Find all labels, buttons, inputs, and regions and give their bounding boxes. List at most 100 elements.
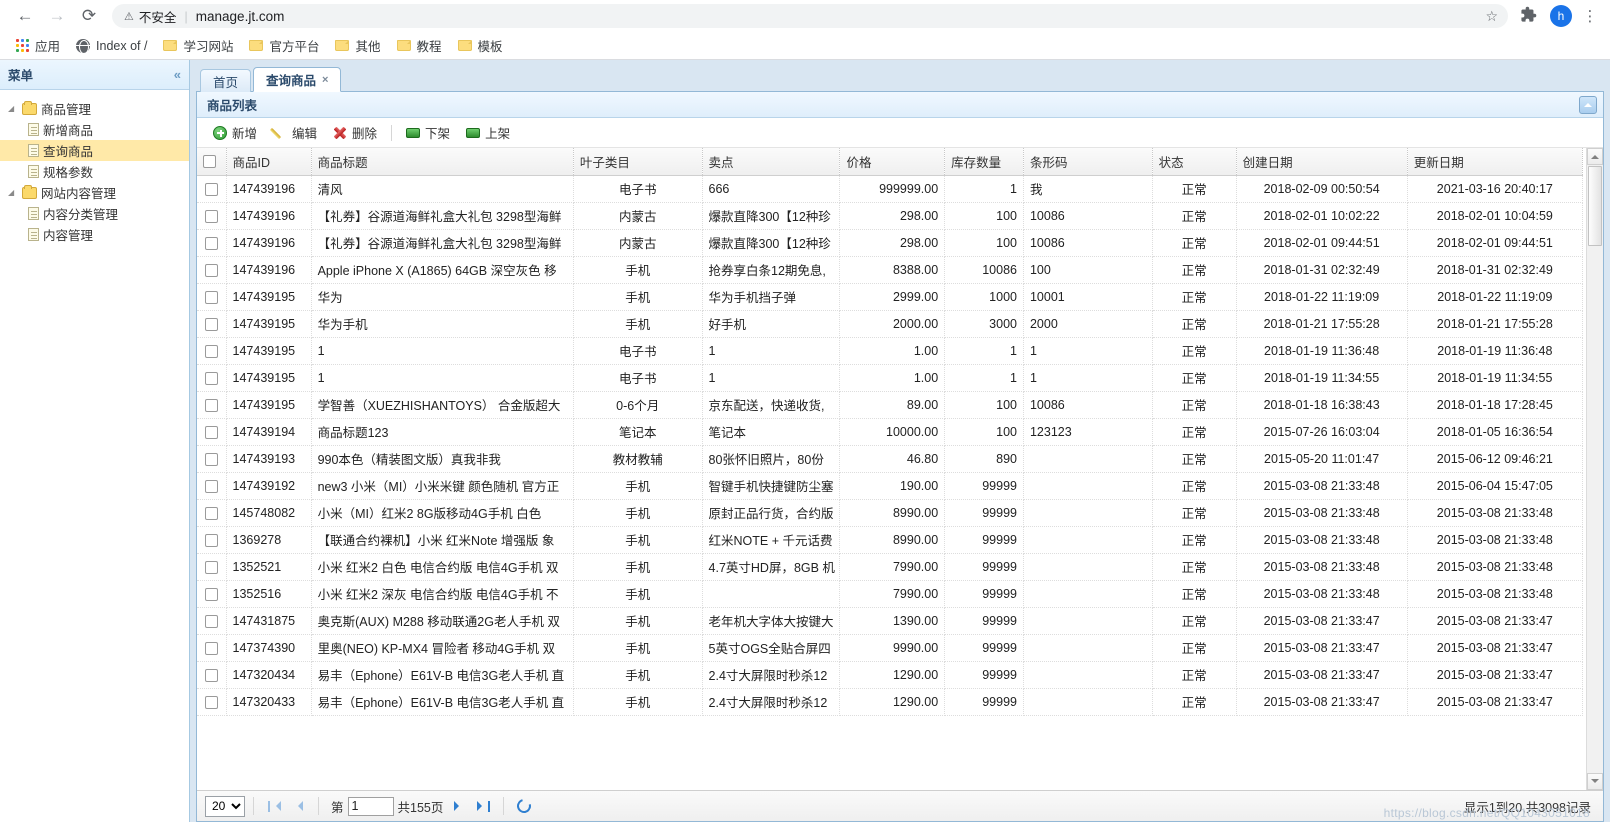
column-header-barcode[interactable]: 条形码: [1023, 148, 1153, 176]
row-checkbox[interactable]: [204, 560, 218, 574]
sidebar-item-product-management[interactable]: ◢ 商品管理: [0, 98, 189, 119]
last-page-button[interactable]: [471, 800, 495, 812]
panel-collapse-chevron-up-icon[interactable]: [1579, 95, 1597, 114]
column-header-status[interactable]: 状态: [1152, 148, 1237, 176]
bookmark-folder-study[interactable]: 学习网站: [155, 33, 241, 58]
grid-vertical-scrollbar[interactable]: [1586, 148, 1603, 790]
reload-icon[interactable]: ⟳: [74, 1, 104, 31]
row-checkbox[interactable]: [204, 425, 218, 439]
column-header-title[interactable]: 商品标题: [311, 148, 574, 176]
row-checkbox[interactable]: [204, 182, 218, 196]
row-checkbox[interactable]: [204, 371, 218, 385]
table-row[interactable]: 147431875 奥克斯(AUX) M288 移动联通2G老人手机 双手机 老年机…: [197, 607, 1584, 635]
row-checkbox[interactable]: [204, 587, 218, 601]
profile-avatar[interactable]: h: [1550, 5, 1572, 27]
row-checkbox[interactable]: [204, 668, 218, 682]
select-all-checkbox[interactable]: [203, 155, 216, 169]
row-checkbox[interactable]: [204, 209, 218, 223]
expander-icon[interactable]: ◢: [8, 188, 18, 197]
prev-page-button[interactable]: [286, 801, 310, 811]
first-page-button[interactable]: [262, 800, 286, 812]
table-row[interactable]: 1352516 小米 红米2 深灰 电信合约版 电信4G手机 不手机 7990.00…: [197, 580, 1584, 608]
table-row[interactable]: 147320433 易丰（Ephone）E61V-B 电信3G老人手机 直手机 2.…: [197, 688, 1584, 716]
table-row[interactable]: 147439193 990本色（精装图文版）真我非我 教材教辅 80张怀旧照片，80份…: [197, 445, 1584, 473]
table-row[interactable]: 147439195 华为手机 手机 好手机 2000.00 3000 2000 正常 2018-…: [197, 310, 1584, 338]
table-row[interactable]: 147439194 商品标题123 笔记本 笔记本 10000.00 100 123123 正…: [197, 418, 1584, 446]
onshelf-button[interactable]: 上架: [458, 121, 518, 144]
row-checkbox[interactable]: [204, 290, 218, 304]
table-row[interactable]: 147320434 易丰（Ephone）E61V-B 电信3G老人手机 直手机 2.…: [197, 661, 1584, 689]
sidebar-item-content-category-management[interactable]: 内容分类管理: [0, 203, 189, 224]
scroll-up-arrow-icon[interactable]: [1587, 148, 1603, 165]
offshelf-button[interactable]: 下架: [398, 121, 458, 144]
sidebar-item-add-product[interactable]: 新增商品: [0, 119, 189, 140]
sidebar-item-spec-params[interactable]: 规格参数: [0, 161, 189, 182]
browser-menu-icon[interactable]: ⋮: [1580, 7, 1600, 25]
tab-home[interactable]: 首页: [200, 69, 252, 92]
add-button[interactable]: 新增: [205, 121, 265, 144]
table-row[interactable]: 147439195 学智善（XUEZHISHANTOYS） 合金版超大 0-6个月京…: [197, 391, 1584, 419]
table-row[interactable]: 147439196 【礼券】谷源道海鲜礼盒大礼包 3298型海鲜 内蒙古 爆款直降30…: [197, 202, 1584, 230]
bookmark-folder-tutorial[interactable]: 教程: [389, 33, 450, 58]
table-row[interactable]: 147439195 1 电子书 1 1.00 1 1 正常 2018-01-19 11:34:5…: [197, 364, 1584, 392]
scrollbar-thumb[interactable]: [1588, 166, 1602, 246]
delete-button[interactable]: 删除: [325, 121, 385, 144]
row-checkbox[interactable]: [204, 344, 218, 358]
table-row[interactable]: 147439195 华为 手机 华为手机挡子弹 2999.00 1000 10001 正常 20…: [197, 283, 1584, 311]
forward-icon[interactable]: →: [42, 1, 72, 31]
table-row[interactable]: 147439195 1 电子书 1 1.00 1 1 正常 2018-01-19 11:36:4…: [197, 337, 1584, 365]
sidebar-collapse-icon[interactable]: «: [174, 67, 181, 82]
row-checkbox[interactable]: [204, 317, 218, 331]
column-header-sellpoint[interactable]: 卖点: [702, 148, 841, 176]
row-checkbox[interactable]: [204, 695, 218, 709]
row-checkbox[interactable]: [204, 236, 218, 250]
table-row[interactable]: 147439196 清风 电子书 666 999999.00 1 我正常 2018-02-09…: [197, 175, 1584, 203]
column-header-created[interactable]: 创建日期: [1236, 148, 1408, 176]
column-header-category[interactable]: 叶子类目: [573, 148, 703, 176]
next-page-button[interactable]: [447, 801, 471, 811]
column-header-stock[interactable]: 库存数量: [944, 148, 1024, 176]
column-header-check[interactable]: [197, 148, 227, 176]
bookmark-apps[interactable]: 应用: [8, 33, 68, 58]
table-row[interactable]: 147439196 【礼券】谷源道海鲜礼盒大礼包 3298型海鲜 内蒙古 爆款直降30…: [197, 229, 1584, 257]
column-header-price[interactable]: 价格: [839, 148, 946, 176]
address-bar[interactable]: ⚠ 不安全 | manage.jt.com ☆: [112, 4, 1508, 28]
row-checkbox[interactable]: [204, 398, 218, 412]
column-header-id[interactable]: 商品ID: [226, 148, 312, 176]
edit-button[interactable]: 编辑: [265, 121, 325, 144]
bookmark-folder-official[interactable]: 官方平台: [241, 33, 327, 58]
row-checkbox[interactable]: [204, 263, 218, 277]
tab-query-product[interactable]: 查询商品 ×: [253, 67, 342, 92]
tab-close-icon[interactable]: ×: [322, 74, 328, 86]
page-number-input[interactable]: [347, 796, 394, 816]
sidebar-item-site-content-management[interactable]: ◢ 网站内容管理: [0, 182, 189, 203]
back-icon[interactable]: ←: [10, 1, 40, 31]
page-size-select[interactable]: 10203050: [205, 795, 245, 817]
bookmark-star-icon[interactable]: ☆: [1485, 8, 1498, 25]
bookmark-label: 官方平台: [269, 40, 320, 54]
scroll-down-arrow-icon[interactable]: [1587, 773, 1603, 790]
expander-icon[interactable]: ◢: [8, 104, 18, 113]
row-checkbox[interactable]: [204, 452, 218, 466]
sidebar-item-content-management[interactable]: 内容管理: [0, 224, 189, 245]
row-checkbox[interactable]: [204, 479, 218, 493]
table-row[interactable]: 1369278 【联通合约裸机】小米 红米Note 增强版 象手机 红米NOTE +…: [197, 526, 1584, 554]
row-checkbox[interactable]: [204, 533, 218, 547]
table-row[interactable]: 1352521 小米 红米2 白色 电信合约版 电信4G手机 双手机 4.7英寸HD…: [197, 553, 1584, 581]
bookmark-folder-other[interactable]: 其他: [327, 33, 388, 58]
bookmark-folder-template[interactable]: 模板: [450, 33, 511, 58]
table-row[interactable]: 145748082 小米（MI）红米2 8G版移动4G手机 白色 手机 原封正品行货，…: [197, 499, 1584, 527]
table-row[interactable]: 147374390 里奥(NEO) KP-MX4 冒险者 移动4G手机 双手机 5英…: [197, 634, 1584, 662]
row-checkbox[interactable]: [204, 614, 218, 628]
column-header-updated[interactable]: 更新日期: [1407, 148, 1584, 176]
row-checkbox[interactable]: [204, 641, 218, 655]
refresh-button[interactable]: [512, 796, 536, 816]
cell-created: 2018-01-22 11:19:09: [1236, 283, 1408, 311]
row-checkbox[interactable]: [204, 506, 218, 520]
extensions-puzzle-icon[interactable]: [1514, 6, 1542, 27]
table-row[interactable]: 147439196 Apple iPhone X (A1865) 64GB 深空灰…: [197, 256, 1584, 284]
sidebar-item-query-product[interactable]: 查询商品: [0, 140, 189, 161]
bookmark-index-of[interactable]: Index of /: [68, 36, 155, 56]
table-row[interactable]: 147439192 new3 小米（MI）小米米键 颜色随机 官方正 手机 智键手机快…: [197, 472, 1584, 500]
cell-barcode: [1023, 499, 1153, 527]
